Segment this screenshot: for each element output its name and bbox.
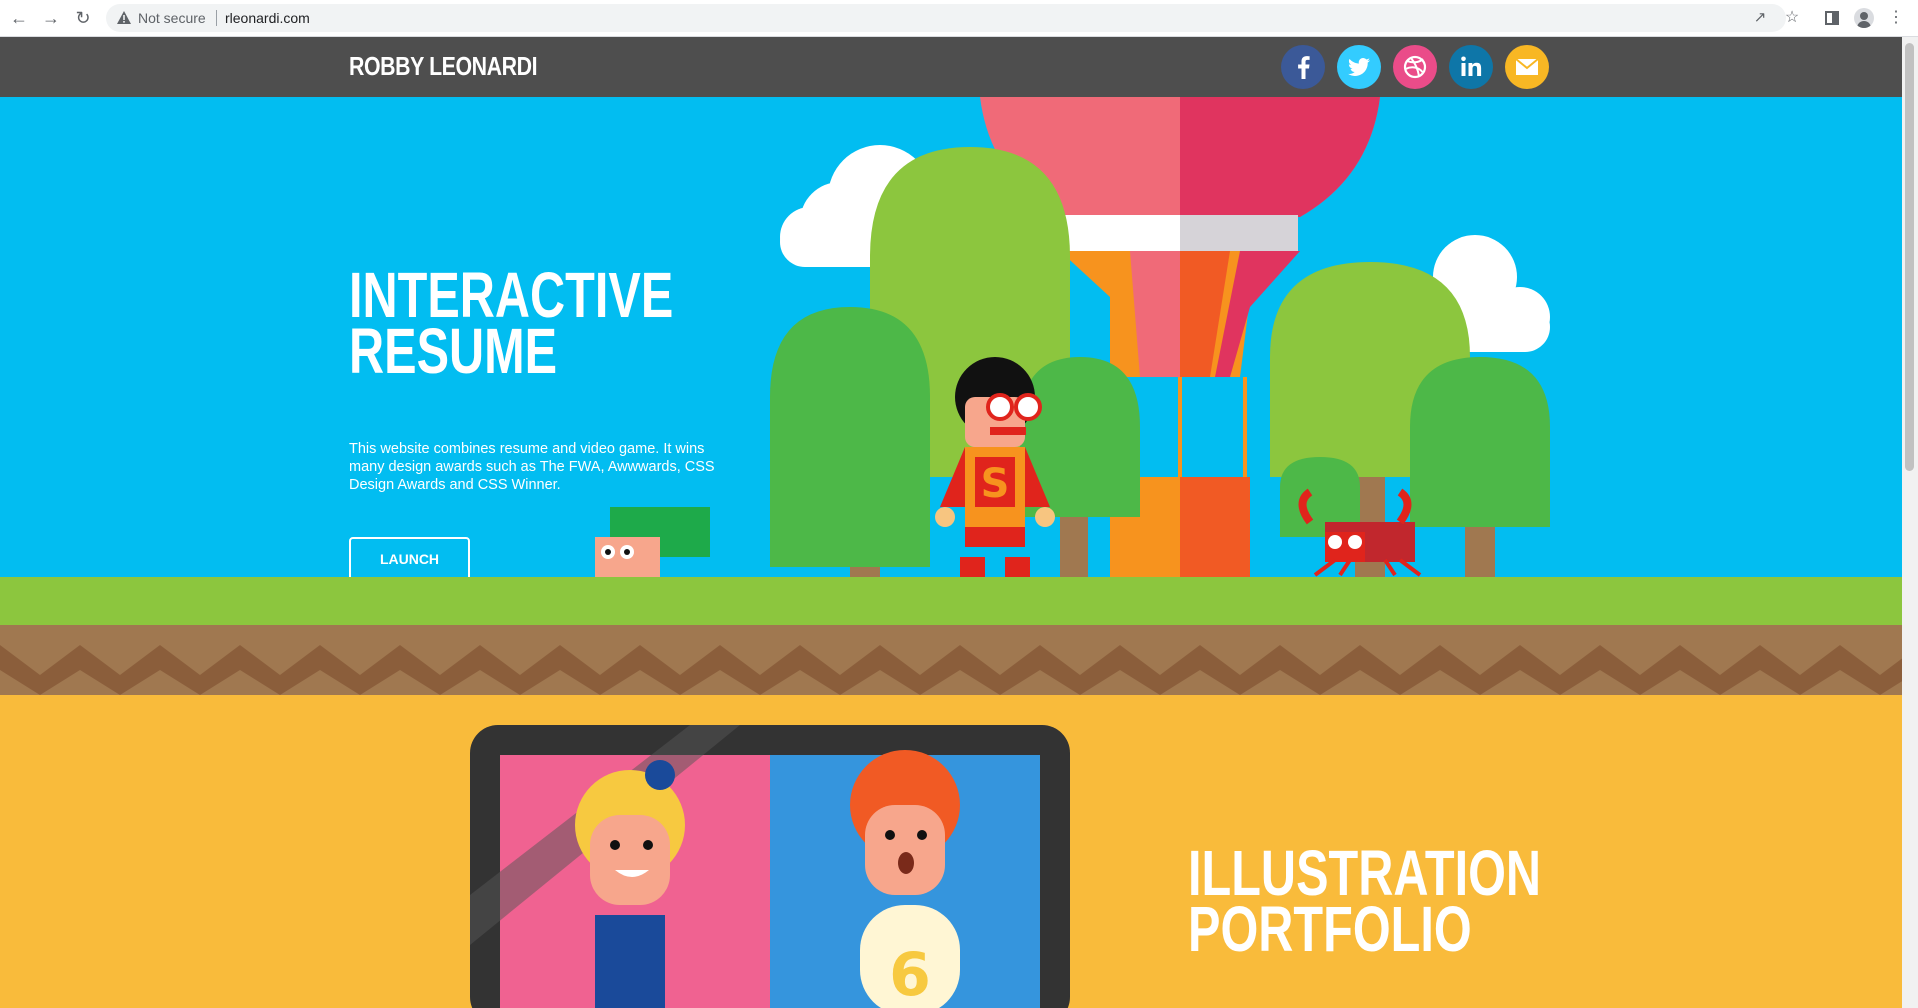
menu-kebab-icon[interactable]: ⋮ bbox=[1886, 8, 1906, 28]
browser-toolbar: ← → ↻ Not secure rleonardi.com ↗ ☆ ⋮ bbox=[0, 0, 1918, 37]
portfolio-title: ILLUSTRATION PORTFOLIO bbox=[1188, 841, 1541, 965]
tablet-frame bbox=[470, 725, 1070, 1008]
share-icon[interactable]: ↗ bbox=[1752, 10, 1768, 26]
turtle-character bbox=[595, 507, 710, 577]
tree-icon bbox=[770, 307, 930, 567]
grass-strip bbox=[0, 577, 1902, 625]
svg-text:S: S bbox=[981, 461, 1010, 507]
hero-title-line-2: RESUME bbox=[349, 315, 558, 387]
hero-illustration: S bbox=[595, 97, 1550, 577]
linkedin-icon[interactable] bbox=[1449, 45, 1493, 89]
reload-icon[interactable]: ↻ bbox=[73, 8, 93, 28]
mail-icon[interactable] bbox=[1505, 45, 1549, 89]
omnibox-divider bbox=[216, 10, 217, 26]
tree-icon bbox=[1410, 357, 1550, 577]
page-viewport: ROBBY LEONARDI S INTERACTIVE RESUME This… bbox=[0, 37, 1902, 1008]
hero-section: S INTERACTIVE RESUME This website combin… bbox=[0, 97, 1902, 577]
vertical-scrollbar[interactable] bbox=[1902, 37, 1918, 1008]
scrollbar-thumb[interactable] bbox=[1905, 43, 1914, 471]
url-text[interactable]: rleonardi.com bbox=[225, 10, 310, 26]
portfolio-illustration: 6 bbox=[470, 725, 1070, 1008]
security-label[interactable]: Not secure bbox=[138, 10, 206, 26]
forward-icon[interactable]: → bbox=[41, 8, 61, 28]
bookmark-star-icon[interactable]: ☆ bbox=[1782, 8, 1802, 28]
twitter-icon[interactable] bbox=[1337, 45, 1381, 89]
facebook-icon[interactable] bbox=[1281, 45, 1325, 89]
launch-website-button[interactable]: LAUNCH WEBSITE bbox=[349, 537, 470, 577]
dribbble-icon[interactable] bbox=[1393, 45, 1437, 89]
hero-title: INTERACTIVE RESUME bbox=[349, 263, 673, 387]
svg-text:6: 6 bbox=[889, 940, 931, 1008]
portfolio-section: 6 ILLUSTRATION PORTFOLIO bbox=[0, 695, 1902, 1008]
warning-icon[interactable] bbox=[116, 10, 132, 26]
side-panel-icon[interactable] bbox=[1822, 8, 1842, 28]
profile-icon[interactable] bbox=[1854, 8, 1874, 28]
site-header: ROBBY LEONARDI bbox=[0, 37, 1902, 97]
back-icon[interactable]: ← bbox=[9, 8, 29, 28]
site-logo[interactable]: ROBBY LEONARDI bbox=[349, 51, 538, 82]
address-bar[interactable]: Not secure rleonardi.com ↗ bbox=[106, 4, 1786, 32]
dirt-strip bbox=[0, 625, 1902, 695]
portfolio-title-line-2: PORTFOLIO bbox=[1188, 893, 1472, 965]
hero-description: This website combines resume and video g… bbox=[349, 441, 715, 493]
